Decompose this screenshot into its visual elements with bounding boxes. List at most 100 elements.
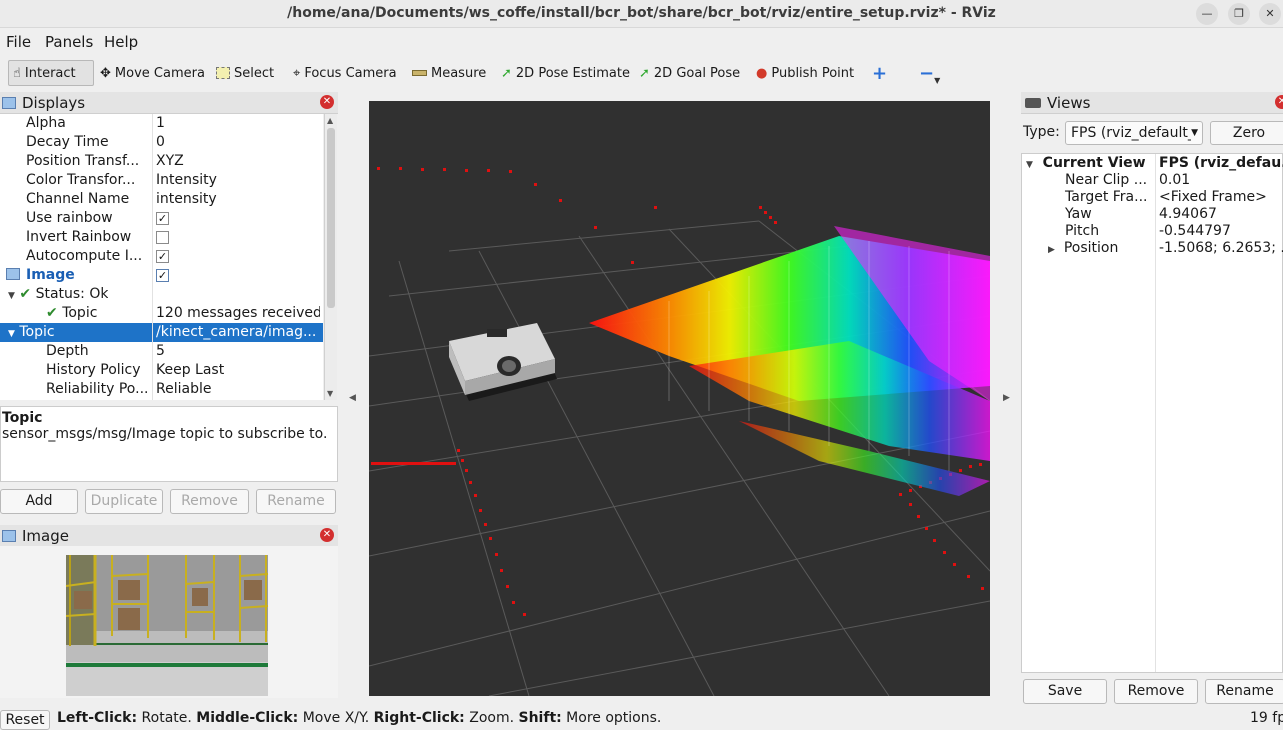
select-button[interactable]: Select [212, 60, 278, 86]
render-viewport[interactable] [369, 101, 990, 696]
remove-button[interactable]: Remove [170, 489, 249, 514]
tree-row-topic-selected[interactable]: ▼ Topic /kinect_camera/imag... [0, 323, 323, 342]
save-view-button[interactable]: Save [1023, 679, 1107, 704]
interact-tool-button[interactable]: ☝ Interact [8, 60, 94, 86]
displays-scrollbar[interactable]: ▲ ▼ [324, 114, 337, 400]
crosshair-icon: ⌖ [293, 65, 301, 81]
view-row[interactable]: Yaw 4.94067 [1022, 206, 1283, 223]
publish-point-label: Publish Point [771, 65, 855, 81]
chevron-down-icon[interactable]: ▼ [8, 329, 15, 339]
image-panel-header: Image ✕ [0, 525, 338, 547]
add-tool-icon[interactable]: + [868, 60, 891, 86]
tree-row[interactable]: Invert Rainbow [0, 228, 323, 247]
prop-key: Yaw [1065, 206, 1092, 222]
tree-row[interactable]: Channel Name intensity [0, 190, 323, 209]
pose-estimate-button[interactable]: ➚ 2D Pose Estimate [497, 60, 634, 86]
remove-view-button[interactable]: Remove [1114, 679, 1198, 704]
tree-row[interactable]: Alpha 1 [0, 114, 323, 133]
remove-tool-icon[interactable]: − ▼ [915, 60, 944, 86]
prop-value: ✓ [156, 267, 320, 283]
publish-point-button[interactable]: ● Publish Point [752, 60, 858, 86]
scroll-down-icon[interactable]: ▼ [327, 389, 333, 398]
tree-row[interactable]: Color Transfor... Intensity [0, 171, 323, 190]
prop-key: Reliability Po... [46, 381, 149, 397]
measure-label: Measure [431, 65, 487, 81]
menu-help[interactable]: Help [104, 33, 138, 51]
tree-row[interactable]: Reliability Po... Reliable [0, 380, 323, 399]
view-row[interactable]: Pitch -0.544797 [1022, 223, 1283, 240]
close-icon[interactable]: ✕ [1259, 3, 1281, 25]
prop-key: Near Clip ... [1065, 172, 1148, 188]
tree-row[interactable]: Position Transf... XYZ [0, 152, 323, 171]
close-panel-icon[interactable]: ✕ [1275, 95, 1283, 109]
move-camera-button[interactable]: ✥ Move Camera [96, 60, 209, 86]
hint-middle-click: Middle-Click: [196, 710, 299, 726]
chevron-right-icon[interactable]: ▶ [1048, 245, 1055, 255]
prop-value: 0.01 [1159, 172, 1191, 188]
rename-button[interactable]: Rename [256, 489, 336, 514]
autocompute-checkbox[interactable]: ✓ [156, 250, 169, 263]
chevron-down-icon[interactable]: ▼ [8, 291, 15, 301]
prop-value: /kinect_camera/imag... [156, 324, 317, 340]
focus-camera-button[interactable]: ⌖ Focus Camera [289, 60, 401, 86]
scrollbar-thumb[interactable] [327, 128, 335, 308]
use-rainbow-checkbox[interactable]: ✓ [156, 212, 169, 225]
measure-button[interactable]: Measure [408, 60, 490, 86]
collapse-right-icon[interactable]: ▶ [1003, 393, 1010, 403]
add-button[interactable]: Add [0, 489, 78, 514]
reset-button[interactable]: Reset [0, 710, 50, 730]
view-row[interactable]: Target Fra... <Fixed Frame> [1022, 189, 1283, 206]
prop-key: Decay Time [26, 134, 109, 150]
view-row[interactable]: ▶ Position -1.5068; 6.2653; ... [1022, 240, 1283, 257]
prop-key: Use rainbow [26, 210, 113, 226]
displays-title: Displays [22, 93, 86, 112]
move-camera-label: Move Camera [114, 65, 205, 81]
views-tree: ▼ Current View FPS (rviz_defau... Near C… [1021, 153, 1283, 673]
close-panel-icon[interactable]: ✕ [320, 528, 334, 542]
column-divider [1155, 154, 1156, 672]
tree-row[interactable]: Autocompute I... ✓ [0, 247, 323, 266]
prop-value: -1.5068; 6.2653; ... [1159, 240, 1283, 256]
tree-row[interactable]: Use rainbow ✓ [0, 209, 323, 228]
hand-pointer-icon: ☝ [13, 65, 21, 81]
position-label: Position [1063, 240, 1119, 256]
close-panel-icon[interactable]: ✕ [320, 95, 334, 109]
map-pin-icon: ● [756, 65, 768, 81]
menu-panels[interactable]: Panels [45, 33, 93, 51]
menu-bar: File Panels Help [0, 30, 1283, 54]
hint-rotate: Rotate. [137, 710, 197, 726]
view-row[interactable]: ▼ Current View FPS (rviz_defau... [1022, 155, 1283, 172]
scroll-up-icon[interactable]: ▲ [327, 116, 333, 125]
menu-file[interactable]: File [6, 33, 31, 51]
view-type-select[interactable]: FPS (rviz_default_ ▼ [1065, 121, 1203, 145]
green-arrow-icon: ➚ [639, 65, 650, 81]
rename-view-button[interactable]: Rename [1205, 679, 1283, 704]
hint-more: More options. [561, 710, 662, 726]
tree-row-status[interactable]: ▼ ✔ Status: Ok [0, 285, 323, 304]
zero-button[interactable]: Zero [1210, 121, 1283, 145]
hint-right-click: Right-Click: [373, 710, 465, 726]
status-text: Status: Ok [35, 286, 109, 302]
green-arrow-icon: ➚ [501, 65, 512, 81]
prop-value: 4.94067 [1159, 206, 1217, 222]
collapse-left-icon[interactable]: ◀ [349, 393, 356, 403]
minimize-icon[interactable]: — [1196, 3, 1218, 25]
duplicate-button[interactable]: Duplicate [85, 489, 163, 514]
view-row[interactable]: Near Clip ... 0.01 [1022, 172, 1283, 189]
goal-pose-button[interactable]: ➚ 2D Goal Pose [635, 60, 744, 86]
prop-key: Alpha [26, 115, 66, 131]
tree-row[interactable]: ✔ Topic 120 messages received [0, 304, 323, 323]
maximize-icon[interactable]: ❐ [1228, 3, 1250, 25]
prop-key: Position Transf... [26, 153, 140, 169]
tree-row[interactable]: Decay Time 0 [0, 133, 323, 152]
tree-row[interactable]: Depth 5 [0, 342, 323, 361]
tree-row-image-display[interactable]: Image ✓ [0, 266, 323, 285]
tree-row[interactable]: History Policy Keep Last [0, 361, 323, 380]
hint-shift: Shift: [518, 710, 562, 726]
chevron-down-icon[interactable]: ▼ [1026, 160, 1033, 170]
prop-value: 5 [156, 343, 165, 359]
image-enabled-checkbox[interactable]: ✓ [156, 269, 169, 282]
focus-camera-label: Focus Camera [304, 65, 397, 81]
move-arrows-icon: ✥ [100, 65, 111, 81]
invert-rainbow-checkbox[interactable] [156, 231, 169, 244]
